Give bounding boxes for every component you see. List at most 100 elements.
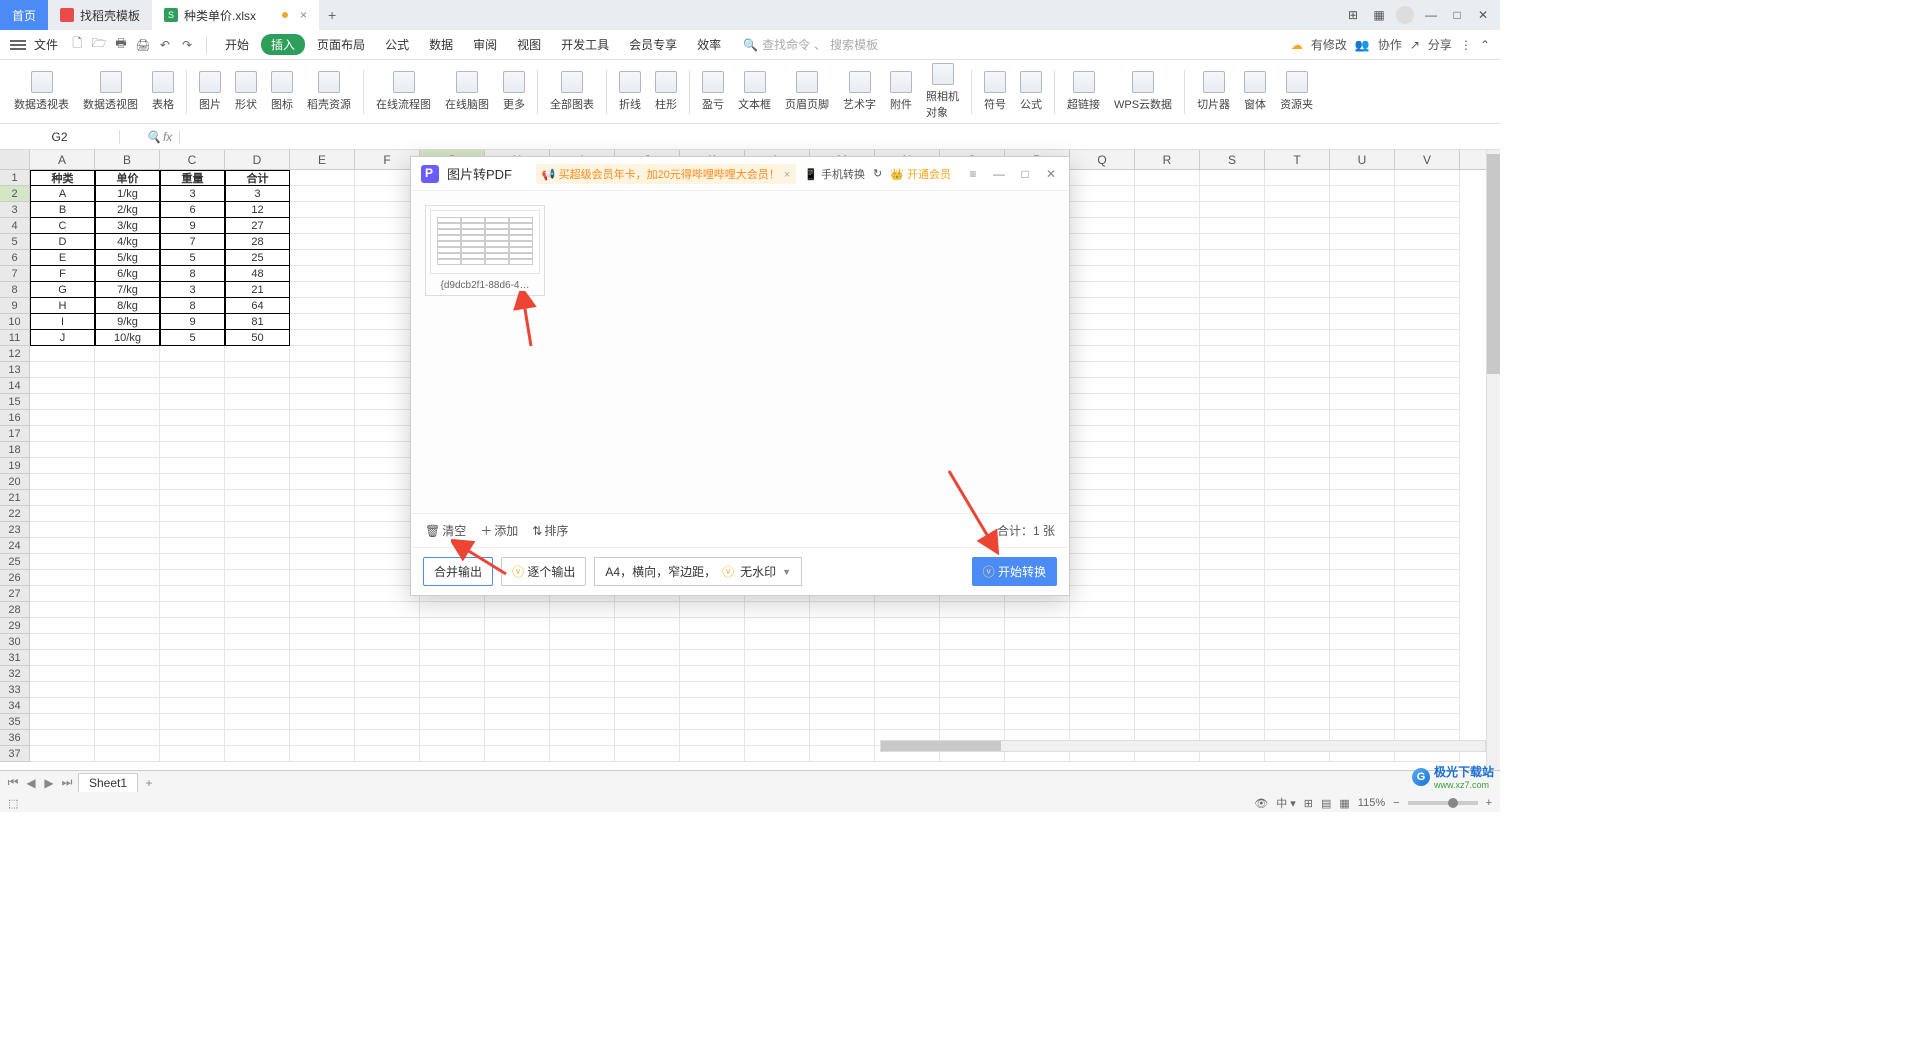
cell[interactable]: [290, 570, 355, 586]
cell[interactable]: [290, 186, 355, 202]
cell[interactable]: [95, 458, 160, 474]
cell[interactable]: [1330, 458, 1395, 474]
cell[interactable]: [225, 666, 290, 682]
cell[interactable]: [1070, 426, 1135, 442]
menu-eff[interactable]: 效率: [689, 36, 729, 53]
cell[interactable]: [160, 538, 225, 554]
col-header-C[interactable]: C: [160, 150, 225, 169]
avatar-icon[interactable]: [1396, 6, 1414, 24]
cell[interactable]: [615, 666, 680, 682]
cell[interactable]: [1135, 314, 1200, 330]
cell[interactable]: [485, 650, 550, 666]
cell[interactable]: [1265, 602, 1330, 618]
cell[interactable]: [1330, 538, 1395, 554]
cell[interactable]: [940, 714, 1005, 730]
ribbon-稻壳资源[interactable]: 稻壳资源: [301, 60, 357, 123]
row-header[interactable]: 5: [0, 234, 30, 250]
cell[interactable]: [1135, 266, 1200, 282]
col-header-B[interactable]: B: [95, 150, 160, 169]
cell[interactable]: [1070, 666, 1135, 682]
cell[interactable]: 8: [160, 266, 225, 282]
cell[interactable]: [1200, 234, 1265, 250]
cell[interactable]: [1395, 602, 1460, 618]
cell[interactable]: [1200, 282, 1265, 298]
cell[interactable]: [1200, 570, 1265, 586]
cell[interactable]: [615, 650, 680, 666]
row-header[interactable]: 13: [0, 362, 30, 378]
cell[interactable]: [1395, 522, 1460, 538]
cell[interactable]: [160, 650, 225, 666]
row-header[interactable]: 6: [0, 250, 30, 266]
cell[interactable]: 5: [160, 330, 225, 346]
cell[interactable]: [550, 730, 615, 746]
cell[interactable]: [615, 714, 680, 730]
cell[interactable]: [30, 602, 95, 618]
ribbon-柱形[interactable]: 柱形: [649, 60, 683, 123]
cell[interactable]: [745, 746, 810, 762]
ribbon-数据透视表[interactable]: 数据透视表: [8, 60, 75, 123]
cell[interactable]: [1265, 266, 1330, 282]
cell[interactable]: [1200, 298, 1265, 314]
row-header[interactable]: 34: [0, 698, 30, 714]
cell[interactable]: B: [30, 202, 95, 218]
cell[interactable]: [30, 458, 95, 474]
cell[interactable]: [1330, 570, 1395, 586]
mobile-convert-link[interactable]: 📱 手机转换: [804, 166, 865, 182]
collapse-icon[interactable]: ⌃: [1480, 38, 1490, 52]
command-search[interactable]: 🔍 查找命令、搜索模板: [743, 36, 878, 53]
cell[interactable]: [95, 586, 160, 602]
cell[interactable]: [290, 506, 355, 522]
cell[interactable]: [1265, 682, 1330, 698]
cell[interactable]: [1395, 554, 1460, 570]
file-tab[interactable]: S 种类单价.xlsx ×: [152, 0, 319, 30]
cell[interactable]: [160, 554, 225, 570]
cell[interactable]: [1135, 442, 1200, 458]
horizontal-scrollbar[interactable]: [880, 740, 1486, 752]
cell[interactable]: [1135, 634, 1200, 650]
cell[interactable]: [1135, 202, 1200, 218]
cell[interactable]: [550, 602, 615, 618]
cell[interactable]: [290, 602, 355, 618]
menu-layout[interactable]: 页面布局: [309, 36, 373, 53]
cell[interactable]: [1330, 298, 1395, 314]
cell[interactable]: G: [30, 282, 95, 298]
cell[interactable]: 1/kg: [95, 186, 160, 202]
cell[interactable]: [1200, 458, 1265, 474]
cell[interactable]: 21: [225, 282, 290, 298]
cell[interactable]: [1135, 282, 1200, 298]
ribbon-数据透视图[interactable]: 数据透视图: [77, 60, 144, 123]
cell[interactable]: 种类: [30, 170, 95, 186]
cell[interactable]: [160, 442, 225, 458]
cell[interactable]: [1395, 570, 1460, 586]
paper-settings[interactable]: A4，横向，窄边距， ⓥ 无水印 ▼: [594, 557, 802, 586]
cell[interactable]: [30, 746, 95, 762]
cell[interactable]: [1265, 474, 1330, 490]
cell[interactable]: [95, 378, 160, 394]
coop-icon[interactable]: 👥: [1355, 38, 1370, 52]
status-mode-icon[interactable]: ⬚: [8, 797, 18, 810]
cell[interactable]: [1330, 186, 1395, 202]
cell[interactable]: [1265, 538, 1330, 554]
col-header-U[interactable]: U: [1330, 150, 1395, 169]
cell[interactable]: [810, 618, 875, 634]
cell[interactable]: [1395, 282, 1460, 298]
view-break-icon[interactable]: ▦: [1339, 797, 1349, 810]
cell[interactable]: [1330, 602, 1395, 618]
cell[interactable]: [30, 362, 95, 378]
cell[interactable]: [1070, 250, 1135, 266]
cell[interactable]: [290, 314, 355, 330]
col-header-T[interactable]: T: [1265, 150, 1330, 169]
save-icon[interactable]: 🖶: [112, 36, 130, 54]
cell[interactable]: [1330, 314, 1395, 330]
cell[interactable]: [290, 522, 355, 538]
cell[interactable]: [1200, 538, 1265, 554]
cell[interactable]: [615, 618, 680, 634]
cell[interactable]: [30, 426, 95, 442]
cell[interactable]: [1395, 474, 1460, 490]
cell[interactable]: J: [30, 330, 95, 346]
cell[interactable]: [1330, 346, 1395, 362]
cell[interactable]: 4/kg: [95, 234, 160, 250]
cell[interactable]: [95, 730, 160, 746]
cell[interactable]: [95, 346, 160, 362]
cell[interactable]: [1135, 474, 1200, 490]
